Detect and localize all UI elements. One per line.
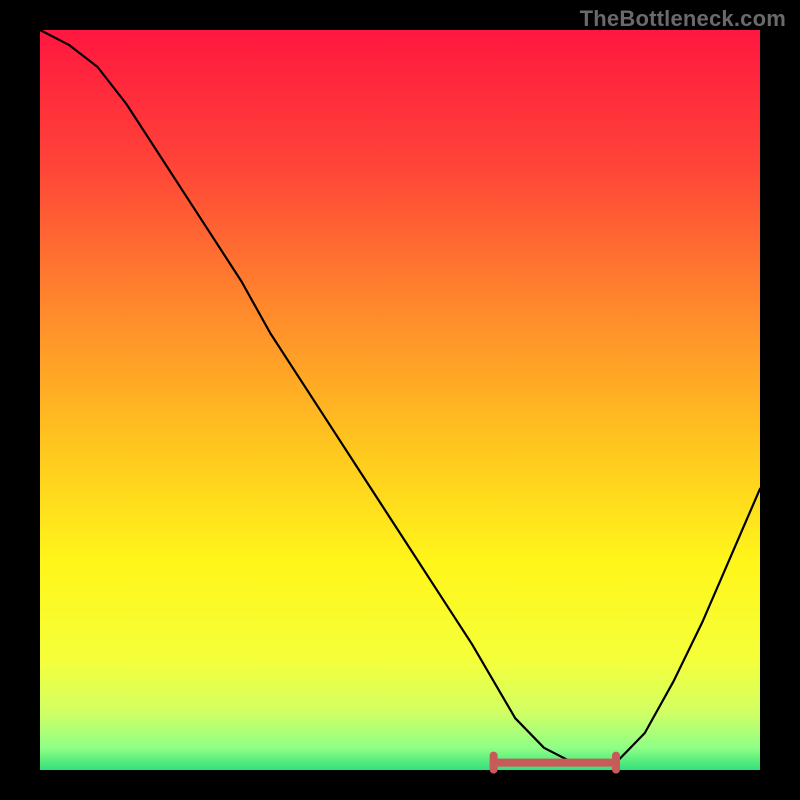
chart-background xyxy=(40,30,760,770)
bottleneck-chart xyxy=(0,0,800,800)
watermark-text: TheBottleneck.com xyxy=(580,6,786,32)
